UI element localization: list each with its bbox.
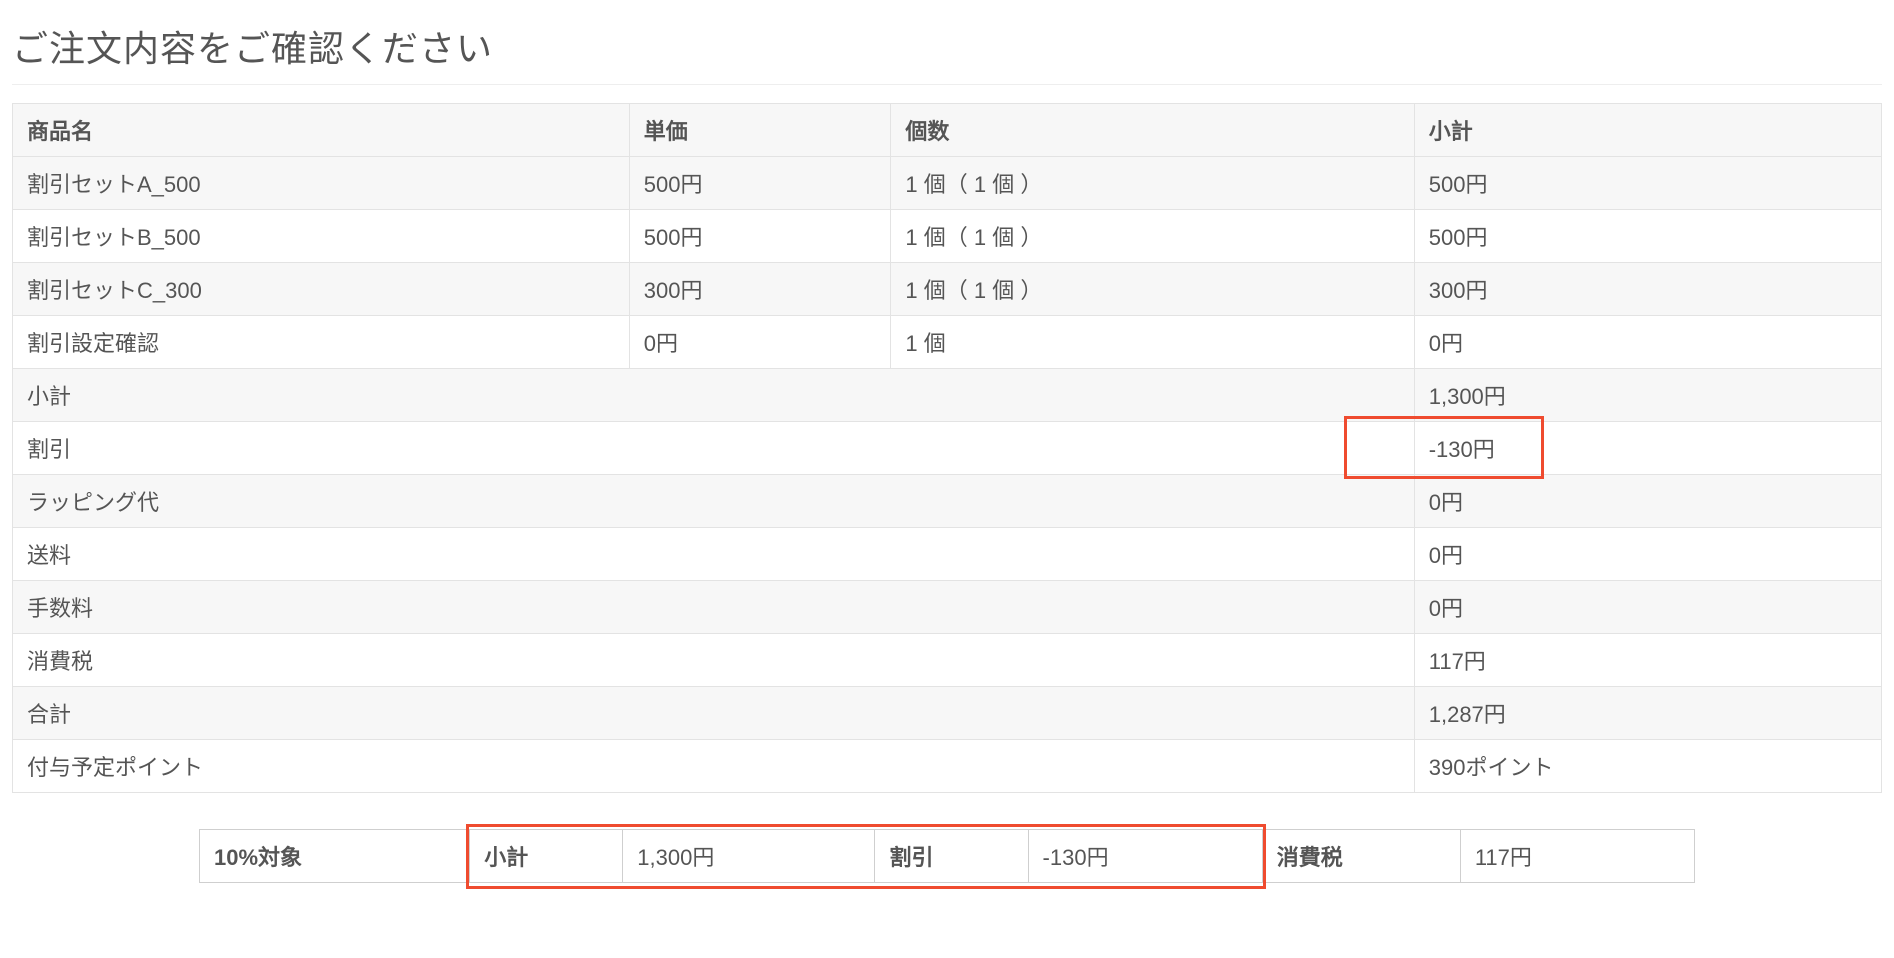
summary-tax-value: 117円 bbox=[1414, 634, 1881, 687]
summary-wrapping-label: ラッピング代 bbox=[13, 475, 1415, 528]
item-name: 割引セットB_500 bbox=[13, 210, 630, 263]
table-row: 割引セットC_300 300円 1 個（ 1 個 ） 300円 bbox=[13, 263, 1882, 316]
order-table-wrap: 商品名 単価 個数 小計 割引セットA_500 500円 1 個（ 1 個 ） … bbox=[12, 103, 1882, 793]
summary-fee-label: 手数料 bbox=[13, 581, 1415, 634]
page-title: ご注文内容をご確認ください bbox=[12, 20, 1882, 85]
header-name: 商品名 bbox=[13, 104, 630, 157]
item-unit: 300円 bbox=[629, 263, 891, 316]
item-unit: 500円 bbox=[629, 210, 891, 263]
item-name: 割引セットC_300 bbox=[13, 263, 630, 316]
tax-subtotal-label: 小計 bbox=[470, 830, 623, 883]
tax-breakdown-wrap: 10%対象 小計 1,300円 割引 -130円 消費税 117円 bbox=[12, 829, 1882, 883]
summary-subtotal-row: 小計 1,300円 bbox=[13, 369, 1882, 422]
header-qty: 個数 bbox=[891, 104, 1414, 157]
summary-total-value: 1,287円 bbox=[1414, 687, 1881, 740]
summary-wrapping-row: ラッピング代 0円 bbox=[13, 475, 1882, 528]
table-row: 割引セットB_500 500円 1 個（ 1 個 ） 500円 bbox=[13, 210, 1882, 263]
tax-tax-value: 117円 bbox=[1460, 830, 1694, 883]
item-name: 割引セットA_500 bbox=[13, 157, 630, 210]
table-row: 割引設定確認 0円 1 個 0円 bbox=[13, 316, 1882, 369]
tax-row: 10%対象 小計 1,300円 割引 -130円 消費税 117円 bbox=[200, 830, 1695, 883]
summary-total-row: 合計 1,287円 bbox=[13, 687, 1882, 740]
summary-points-row: 付与予定ポイント 390ポイント bbox=[13, 740, 1882, 793]
item-qty: 1 個 bbox=[891, 316, 1414, 369]
tax-breakdown-table: 10%対象 小計 1,300円 割引 -130円 消費税 117円 bbox=[199, 829, 1695, 883]
summary-tax-row: 消費税 117円 bbox=[13, 634, 1882, 687]
tax-subtotal-value: 1,300円 bbox=[623, 830, 875, 883]
summary-points-value: 390ポイント bbox=[1414, 740, 1881, 793]
summary-tax-label: 消費税 bbox=[13, 634, 1415, 687]
header-subtotal: 小計 bbox=[1414, 104, 1881, 157]
item-qty: 1 個（ 1 個 ） bbox=[891, 210, 1414, 263]
summary-fee-row: 手数料 0円 bbox=[13, 581, 1882, 634]
summary-discount-row: 割引 -130円 bbox=[13, 422, 1882, 475]
summary-subtotal-value: 1,300円 bbox=[1414, 369, 1881, 422]
item-qty: 1 個（ 1 個 ） bbox=[891, 263, 1414, 316]
order-table: 商品名 単価 個数 小計 割引セットA_500 500円 1 個（ 1 個 ） … bbox=[12, 103, 1882, 793]
item-unit: 500円 bbox=[629, 157, 891, 210]
item-unit: 0円 bbox=[629, 316, 891, 369]
item-name: 割引設定確認 bbox=[13, 316, 630, 369]
table-row: 割引セットA_500 500円 1 個（ 1 個 ） 500円 bbox=[13, 157, 1882, 210]
tax-tax-label: 消費税 bbox=[1262, 830, 1460, 883]
tax-discount-label: 割引 bbox=[875, 830, 1028, 883]
table-header-row: 商品名 単価 個数 小計 bbox=[13, 104, 1882, 157]
header-unit: 単価 bbox=[629, 104, 891, 157]
summary-shipping-label: 送料 bbox=[13, 528, 1415, 581]
summary-subtotal-label: 小計 bbox=[13, 369, 1415, 422]
item-subtotal: 300円 bbox=[1414, 263, 1881, 316]
tax-discount-value: -130円 bbox=[1028, 830, 1262, 883]
item-subtotal: 0円 bbox=[1414, 316, 1881, 369]
summary-fee-value: 0円 bbox=[1414, 581, 1881, 634]
item-qty: 1 個（ 1 個 ） bbox=[891, 157, 1414, 210]
summary-discount-label: 割引 bbox=[13, 422, 1415, 475]
summary-shipping-row: 送料 0円 bbox=[13, 528, 1882, 581]
summary-discount-value: -130円 bbox=[1414, 422, 1881, 475]
summary-points-label: 付与予定ポイント bbox=[13, 740, 1415, 793]
summary-total-label: 合計 bbox=[13, 687, 1415, 740]
item-subtotal: 500円 bbox=[1414, 210, 1881, 263]
item-subtotal: 500円 bbox=[1414, 157, 1881, 210]
tax-rate-label: 10%対象 bbox=[200, 830, 470, 883]
summary-shipping-value: 0円 bbox=[1414, 528, 1881, 581]
summary-wrapping-value: 0円 bbox=[1414, 475, 1881, 528]
